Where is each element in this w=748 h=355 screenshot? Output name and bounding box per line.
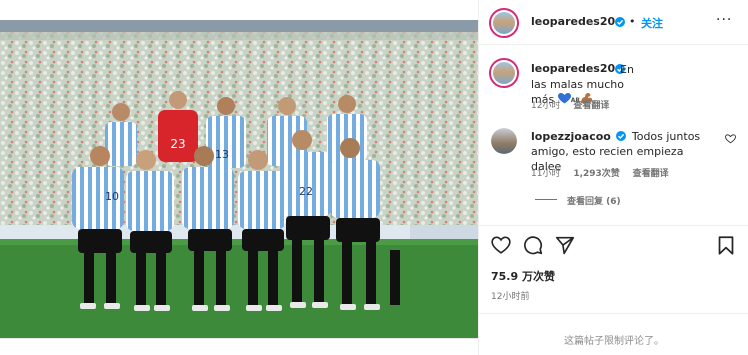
save-bookmark-icon[interactable] — [718, 236, 734, 255]
verified-badge-icon — [615, 17, 625, 27]
comments-limited-footer: 这篇帖子限制评论了。 — [479, 313, 748, 355]
post-side-panel: leoparedes20 • 关注 ··· leoparedes20 En la… — [478, 0, 748, 355]
follow-button[interactable]: 关注 — [641, 15, 663, 31]
comment-timestamp: 11小时 — [531, 169, 561, 179]
caption-meta: 12小时 查看翻译 — [531, 98, 609, 111]
post-header: leoparedes20 • 关注 ··· — [479, 0, 748, 45]
comments-limited-text: 这篇帖子限制评论了。 — [564, 336, 664, 347]
comment-meta: 11小时 1,293次赞 查看翻译 — [531, 166, 669, 179]
svg-text:13: 13 — [215, 148, 229, 161]
author-avatar[interactable] — [489, 8, 519, 38]
commenter-avatar[interactable] — [491, 128, 517, 154]
like-count[interactable]: 75.9 万次赞 — [491, 268, 555, 284]
verified-badge-icon — [616, 131, 627, 141]
caption-timestamp: 12小时 — [531, 101, 561, 111]
view-replies-link[interactable]: 查看回复 (6) — [567, 194, 621, 207]
svg-text:22: 22 — [299, 185, 313, 198]
separator-dot: • — [629, 15, 636, 28]
svg-text:23: 23 — [170, 137, 185, 151]
comment-translate-link[interactable]: 查看翻译 — [633, 169, 669, 179]
post-photo[interactable]: 23 13 10 22 — [0, 0, 478, 355]
team-photo-image: 23 13 10 22 — [0, 0, 478, 355]
caption-translate-link[interactable]: 查看翻译 — [573, 101, 609, 111]
post-time: 12小时前 — [491, 292, 530, 302]
replies-divider — [535, 199, 557, 200]
actions-divider — [479, 225, 748, 227]
author-username[interactable]: leoparedes20 — [531, 15, 615, 28]
share-send-icon[interactable] — [555, 236, 575, 255]
svg-text:10: 10 — [105, 190, 119, 203]
caption-author-avatar[interactable] — [489, 58, 519, 88]
like-heart-icon[interactable] — [491, 236, 511, 254]
comment-icon[interactable] — [523, 235, 543, 255]
instagram-post: 23 13 10 22 leoparedes20 • 关注 ··· leopar… — [0, 0, 748, 355]
comment-username[interactable]: lopezzjoacoo — [531, 130, 611, 143]
comment-like-heart-icon[interactable] — [725, 134, 736, 144]
comment-like-count[interactable]: 1,293次赞 — [573, 169, 619, 179]
more-options-icon[interactable]: ··· — [716, 12, 732, 28]
